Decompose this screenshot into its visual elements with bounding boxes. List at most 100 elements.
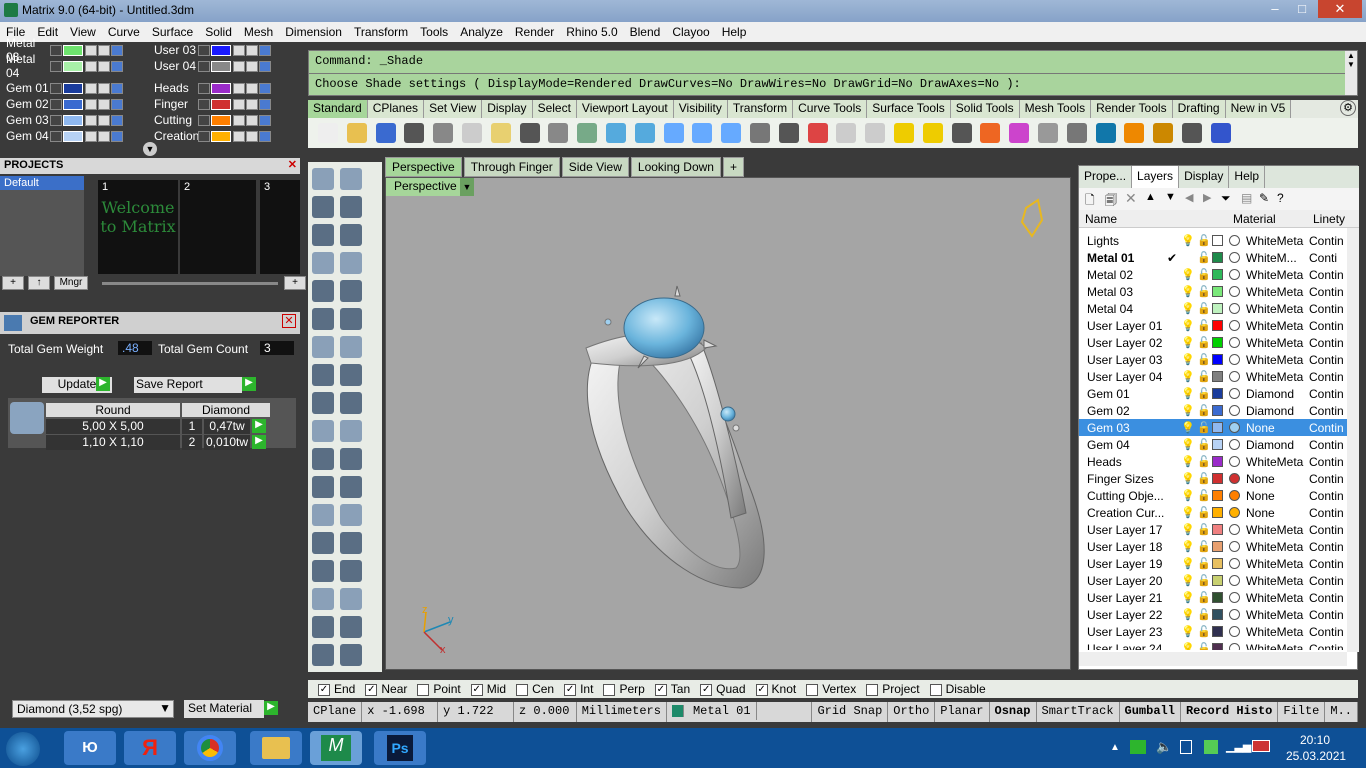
- layer-row[interactable]: Gem 01 💡 🔓 Diamond Contin: [1079, 385, 1347, 402]
- toolbar-tool-icon[interactable]: [1182, 123, 1202, 143]
- minimize-button[interactable]: ‒: [1262, 0, 1288, 18]
- osnap-option[interactable]: Point: [407, 682, 461, 696]
- view-tab[interactable]: +: [722, 157, 744, 177]
- toolbar-tab[interactable]: Transform: [727, 100, 794, 118]
- toolbar-tab[interactable]: Render Tools: [1091, 100, 1173, 118]
- layer-color-swatch[interactable]: [1212, 558, 1223, 569]
- quick-layer-row[interactable]: Gem 02: [2, 96, 142, 112]
- new-sublayer-icon[interactable]: 🗐: [1105, 191, 1117, 212]
- osnap-checkbox[interactable]: [603, 683, 616, 696]
- osnap-option[interactable]: ✓ Knot: [746, 682, 796, 696]
- material-icon[interactable]: [1229, 286, 1240, 297]
- menu-item[interactable]: Transform: [348, 22, 414, 42]
- layer-color-swatch[interactable]: [1212, 507, 1223, 518]
- lightbulb-icon[interactable]: 💡: [1181, 574, 1195, 587]
- palette-tool-icon[interactable]: [340, 364, 362, 386]
- lock-icon[interactable]: 🔓: [1197, 574, 1211, 587]
- osnap-option[interactable]: Perp: [593, 682, 645, 696]
- palette-tool-icon[interactable]: [340, 448, 362, 470]
- palette-tool-icon[interactable]: [312, 448, 334, 470]
- panel-tab[interactable]: Prope...: [1079, 166, 1133, 188]
- toolbar-tool-icon[interactable]: [692, 123, 713, 143]
- visibility-icon[interactable]: [85, 130, 97, 142]
- layer-material[interactable]: Diamond: [1246, 438, 1304, 452]
- gear-icon[interactable]: ⚙: [1340, 100, 1356, 116]
- visibility-icon[interactable]: [85, 114, 97, 126]
- add-icon[interactable]: +: [284, 276, 306, 290]
- chrome-icon[interactable]: [184, 731, 236, 765]
- layer-color-swatch[interactable]: [1212, 235, 1223, 246]
- close-icon[interactable]: ✕: [288, 158, 297, 171]
- view-tab[interactable]: Side View: [561, 157, 629, 177]
- toolbar-tool-icon[interactable]: [663, 123, 684, 143]
- layer-linetype[interactable]: Contin: [1309, 489, 1347, 503]
- maximize-button[interactable]: □: [1289, 0, 1315, 18]
- view-tab[interactable]: Perspective: [385, 157, 462, 177]
- project-slider[interactable]: [102, 282, 278, 285]
- layer-linetype[interactable]: Contin: [1309, 574, 1347, 588]
- osnap-option[interactable]: ✓ Int: [554, 682, 593, 696]
- layer-material[interactable]: WhiteMetal: [1246, 608, 1304, 622]
- layer-linetype[interactable]: Contin: [1309, 506, 1347, 520]
- layer-material[interactable]: Diamond: [1246, 404, 1304, 418]
- manager-button[interactable]: Mngr: [54, 276, 88, 290]
- start-button[interactable]: [6, 732, 40, 766]
- osnap-option[interactable]: ✓ Near: [355, 682, 407, 696]
- yandex-icon[interactable]: Я: [124, 731, 176, 765]
- osnap-checkbox[interactable]: ✓: [365, 683, 378, 696]
- tray-matrix-icon[interactable]: [1130, 740, 1146, 754]
- save-report-button[interactable]: Save Report: [134, 377, 242, 393]
- quick-layer-row[interactable]: Finger: [150, 96, 290, 112]
- layer-row[interactable]: User Layer 17 💡 🔓 WhiteMetal Contin: [1079, 521, 1347, 538]
- palette-tool-icon[interactable]: [312, 616, 334, 638]
- osnap-checkbox[interactable]: [866, 683, 879, 696]
- layer-material[interactable]: WhiteMetal: [1246, 285, 1304, 299]
- layer-material[interactable]: WhiteMetal: [1246, 625, 1304, 639]
- status-toggle[interactable]: Grid Snap: [812, 702, 889, 722]
- mode-icon[interactable]: [111, 60, 123, 72]
- set-material-arrow-icon[interactable]: ▶: [264, 701, 278, 715]
- palette-tool-icon[interactable]: [312, 532, 334, 554]
- layer-color-swatch[interactable]: [211, 130, 231, 142]
- new-layer-icon[interactable]: 🗋: [1085, 191, 1095, 212]
- lock-icon[interactable]: [98, 60, 110, 72]
- palette-tool-icon[interactable]: [340, 476, 362, 498]
- arrow-icon[interactable]: [198, 60, 210, 72]
- lock-icon[interactable]: [246, 114, 258, 126]
- layer-linetype[interactable]: Contin: [1309, 523, 1347, 537]
- arrow-icon[interactable]: [50, 44, 62, 56]
- osnap-option[interactable]: Cen: [506, 682, 554, 696]
- layer-linetype[interactable]: Contin: [1309, 557, 1347, 571]
- quick-layer-row[interactable]: Cutting: [150, 112, 290, 128]
- layer-row[interactable]: Heads 💡 🔓 WhiteMetal Contin: [1079, 453, 1347, 470]
- palette-tool-icon[interactable]: [312, 364, 334, 386]
- lightbulb-icon[interactable]: 💡: [1181, 370, 1195, 383]
- lightbulb-icon[interactable]: 💡: [1181, 625, 1195, 638]
- project-item-default[interactable]: Default: [0, 176, 84, 190]
- status-toggle[interactable]: M..: [1325, 702, 1358, 722]
- mode-icon[interactable]: [111, 114, 123, 126]
- layer-linetype[interactable]: Contin: [1309, 370, 1347, 384]
- toolbar-tab[interactable]: Curve Tools: [793, 100, 868, 118]
- visibility-icon[interactable]: [233, 44, 245, 56]
- osnap-checkbox[interactable]: [806, 683, 819, 696]
- layer-color-swatch[interactable]: [63, 130, 83, 142]
- layer-row[interactable]: Gem 02 💡 🔓 Diamond Contin: [1079, 402, 1347, 419]
- layer-linetype[interactable]: Contin: [1309, 285, 1347, 299]
- palette-tool-icon[interactable]: [312, 336, 334, 358]
- layer-color-swatch[interactable]: [63, 60, 83, 72]
- layer-row[interactable]: Metal 01 ✔ 🔓 WhiteM... Conti: [1079, 249, 1347, 266]
- status-toggle[interactable]: SmartTrack: [1037, 702, 1120, 722]
- osnap-checkbox[interactable]: [417, 683, 430, 696]
- lock-icon[interactable]: 🔓: [1197, 523, 1211, 536]
- material-icon[interactable]: [1229, 371, 1240, 382]
- layer-row[interactable]: Metal 03 💡 🔓 WhiteMetal Contin: [1079, 283, 1347, 300]
- viewport-title[interactable]: Perspective ▼: [386, 178, 474, 196]
- move-in-icon[interactable]: ▶: [1203, 191, 1211, 204]
- layer-row[interactable]: User Layer 24 💡 🔓 WhiteMetal Contin: [1079, 640, 1347, 650]
- osnap-checkbox[interactable]: [929, 683, 942, 696]
- toolbar-tool-icon[interactable]: [490, 123, 511, 143]
- move-down-icon[interactable]: ▼: [1165, 191, 1176, 203]
- palette-tool-icon[interactable]: [340, 168, 362, 190]
- lightbulb-icon[interactable]: 💡: [1181, 608, 1195, 621]
